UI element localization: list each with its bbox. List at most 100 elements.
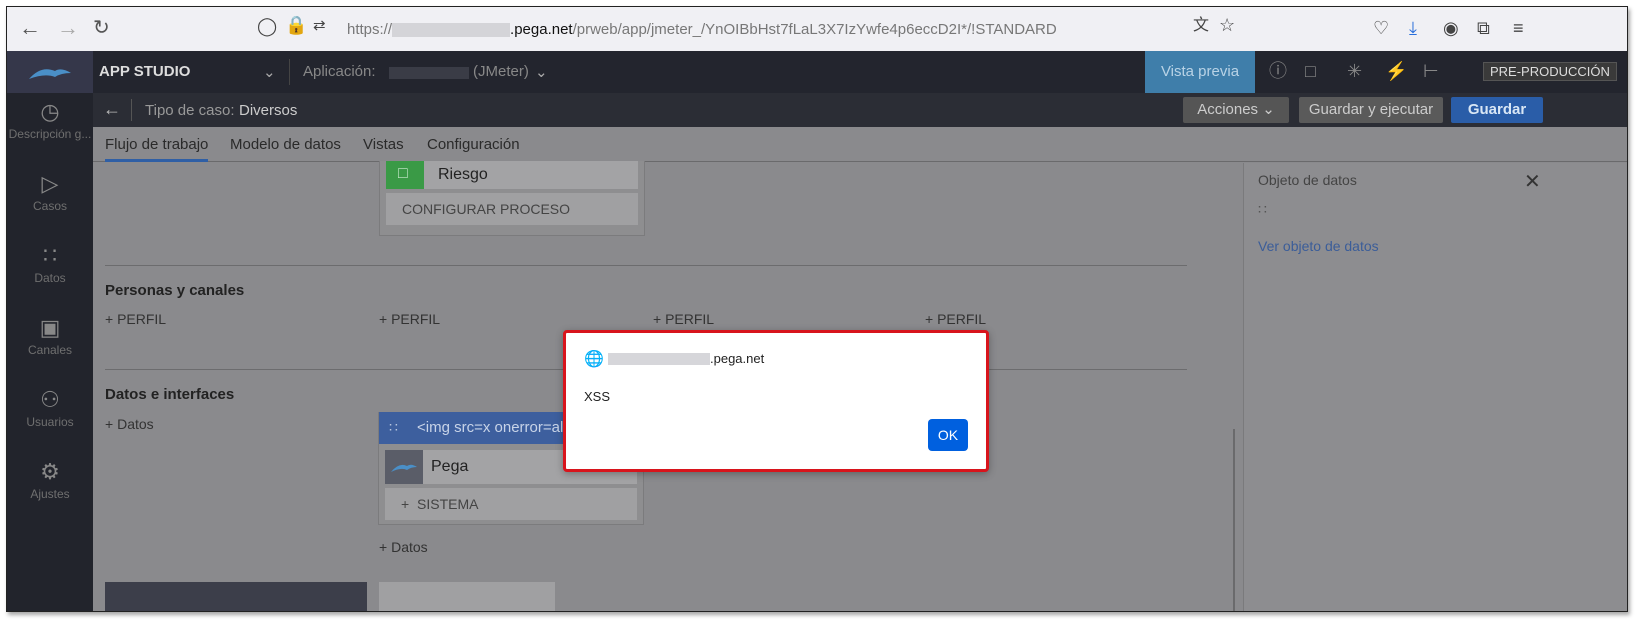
pega-system-icon bbox=[385, 450, 423, 484]
header-divider bbox=[289, 59, 290, 85]
permissions-icon[interactable]: ⇄ bbox=[313, 17, 326, 35]
application-chevron-icon[interactable]: ⌄ bbox=[535, 63, 548, 81]
case-arrow-icon: ▷ bbox=[41, 171, 59, 196]
globe-icon: 🌐 bbox=[584, 351, 604, 368]
ok-button[interactable]: OK bbox=[928, 419, 968, 451]
sidebar-item-label: Usuarios bbox=[26, 415, 74, 429]
menu-icon[interactable]: ≡ bbox=[1513, 19, 1524, 37]
case-type-bar: ← Tipo de caso: Diversos Acciones ⌄ Guar… bbox=[93, 93, 1627, 127]
browser-toolbar: ← → ↻ ◯ 🔒 ⇄ https://.pega.net/prweb/app/… bbox=[7, 7, 1627, 52]
section-divider bbox=[105, 265, 1187, 266]
process-card: □ Riesgo CONFIGURAR PROCESO bbox=[379, 161, 645, 236]
tab-workflow[interactable]: Flujo de trabajo bbox=[105, 136, 209, 162]
hierarchy-icon[interactable]: ⊢ bbox=[1423, 62, 1439, 80]
bottom-bar-light bbox=[379, 582, 555, 611]
profile-label: PERFIL bbox=[391, 311, 441, 327]
alert-dialog: 🌐 .pega.net XSS OK bbox=[563, 330, 989, 472]
add-data-button[interactable]: + Datos bbox=[105, 416, 154, 432]
add-system-button[interactable]: + SISTEMA bbox=[385, 488, 637, 520]
view-data-object-link[interactable]: Ver objeto de datos bbox=[1258, 238, 1379, 254]
pega-logo[interactable] bbox=[7, 51, 93, 93]
back-arrow-icon[interactable]: ← bbox=[103, 99, 121, 120]
url-text: https://.pega.net/prweb/app/jmeter_/YnOI… bbox=[347, 21, 1057, 38]
plus-icon: + bbox=[379, 311, 392, 327]
url-bar[interactable]: ◯ 🔒 ⇄ https://.pega.net/prweb/app/jmeter… bbox=[247, 13, 1287, 45]
account-icon[interactable]: ◉ bbox=[1443, 19, 1459, 37]
close-icon[interactable]: ✕ bbox=[1524, 169, 1541, 194]
forward-arrow-icon[interactable]: → bbox=[57, 17, 79, 39]
environment-badge: PRE-PRODUCCIÓN bbox=[1483, 62, 1617, 81]
gear-icon: ⚙ bbox=[40, 459, 60, 484]
chevron-down-icon[interactable]: ⌄ bbox=[263, 63, 276, 81]
profile-label: PERFIL bbox=[937, 311, 987, 327]
sidebar-item-data[interactable]: ∷ Datos bbox=[7, 243, 93, 285]
users-icon: ⚇ bbox=[40, 387, 60, 412]
plus-icon: + bbox=[379, 539, 392, 555]
data-object-panel: Objeto de datos ✕ ∷ Ver objeto de datos bbox=[1243, 163, 1627, 611]
add-profile-button[interactable]: + PERFIL bbox=[653, 311, 714, 327]
chevron-down-icon: ⌄ bbox=[1262, 101, 1275, 118]
risk-row[interactable]: □ Riesgo bbox=[386, 161, 638, 189]
chat-icon[interactable]: □ bbox=[1305, 62, 1316, 80]
actions-button[interactable]: Acciones ⌄ bbox=[1183, 97, 1289, 123]
sidebar-item-label: Ajustes bbox=[30, 487, 70, 501]
plus-icon: + bbox=[653, 311, 666, 327]
sidebar-item-label: Descripción g... bbox=[8, 127, 92, 141]
tab-views[interactable]: Vistas bbox=[363, 136, 404, 153]
application-label: Aplicación: bbox=[303, 63, 376, 80]
clipboard-icon: □ bbox=[386, 161, 424, 189]
add-profile-button[interactable]: + PERFIL bbox=[379, 311, 440, 327]
sidebar-item-label: Datos bbox=[34, 271, 66, 285]
case-type-value: Diversos bbox=[239, 102, 298, 119]
app-studio-label: APP STUDIO bbox=[99, 63, 191, 80]
translate-icon[interactable]: 文 bbox=[1193, 17, 1209, 35]
tab-data-model[interactable]: Modelo de datos bbox=[230, 136, 341, 153]
dialog-origin: .pega.net bbox=[710, 351, 765, 366]
sidebar-item-users[interactable]: ⚇ Usuarios bbox=[7, 387, 93, 429]
shield-icon[interactable]: ◯ bbox=[257, 17, 277, 35]
save-button[interactable]: Guardar bbox=[1451, 97, 1543, 123]
sidebar-item-label: Casos bbox=[32, 199, 67, 213]
lightning-icon[interactable]: ⚡ bbox=[1385, 62, 1407, 80]
add-profile-button[interactable]: + PERFIL bbox=[105, 311, 166, 327]
left-sidebar: ◷ Descripción g... ▷ Casos ∷ Datos ▣ Can… bbox=[7, 93, 93, 611]
reload-icon[interactable]: ↻ bbox=[93, 17, 110, 39]
add-data-label: Datos bbox=[391, 539, 428, 555]
grid-dots-icon: ∷ bbox=[43, 243, 57, 268]
sidebar-item-overview[interactable]: ◷ Descripción g... bbox=[7, 99, 93, 141]
sidebar-item-channels[interactable]: ▣ Canales bbox=[7, 315, 93, 357]
tab-configuration[interactable]: Configuración bbox=[427, 136, 520, 153]
profile-label: PERFIL bbox=[665, 311, 715, 327]
profile-label: PERFIL bbox=[117, 311, 167, 327]
scrollbar[interactable] bbox=[1233, 429, 1235, 611]
back-arrow-icon[interactable]: ← bbox=[19, 17, 41, 39]
agile-icon[interactable]: ✳ bbox=[1347, 62, 1362, 80]
preview-button[interactable]: Vista previa bbox=[1145, 51, 1255, 93]
add-data-label: Datos bbox=[117, 416, 154, 432]
add-profile-button[interactable]: + PERFIL bbox=[925, 311, 986, 327]
application-suffix[interactable]: (JMeter) bbox=[473, 63, 529, 80]
screenshot-frame: ← → ↻ ◯ 🔒 ⇄ https://.pega.net/prweb/app/… bbox=[6, 6, 1628, 612]
data-object-title: <img src=x onerror=ale bbox=[417, 419, 572, 436]
panel-title: Objeto de datos bbox=[1258, 172, 1357, 188]
add-data-button[interactable]: + Datos bbox=[379, 539, 428, 555]
configure-process-label: CONFIGURAR PROCESO bbox=[402, 201, 571, 217]
sidebar-item-cases[interactable]: ▷ Casos bbox=[7, 171, 93, 213]
bookmark-star-icon[interactable]: ☆ bbox=[1219, 16, 1235, 34]
plus-icon: + bbox=[401, 496, 410, 512]
download-icon[interactable]: ⤓ bbox=[1409, 19, 1417, 37]
sidebar-item-label: Canales bbox=[27, 343, 73, 357]
case-type-label: Tipo de caso: bbox=[145, 102, 235, 119]
configure-process-button[interactable]: CONFIGURAR PROCESO bbox=[386, 193, 638, 225]
dialog-message: XSS bbox=[584, 389, 611, 404]
drag-handle-icon[interactable]: ∷ bbox=[389, 419, 398, 436]
lock-icon[interactable]: 🔒 bbox=[285, 16, 307, 34]
save-run-button[interactable]: Guardar y ejecutar bbox=[1299, 97, 1443, 123]
pocket-icon[interactable]: ♡ bbox=[1373, 19, 1389, 37]
bottom-bar-dark bbox=[105, 582, 367, 611]
plus-icon: + bbox=[925, 311, 938, 327]
grid-dots-icon: ∷ bbox=[1258, 201, 1267, 217]
sidebar-item-settings[interactable]: ⚙ Ajustes bbox=[7, 459, 93, 501]
help-icon[interactable]: ⓘ bbox=[1269, 62, 1287, 80]
extensions-icon[interactable]: ⧉ bbox=[1477, 19, 1490, 37]
